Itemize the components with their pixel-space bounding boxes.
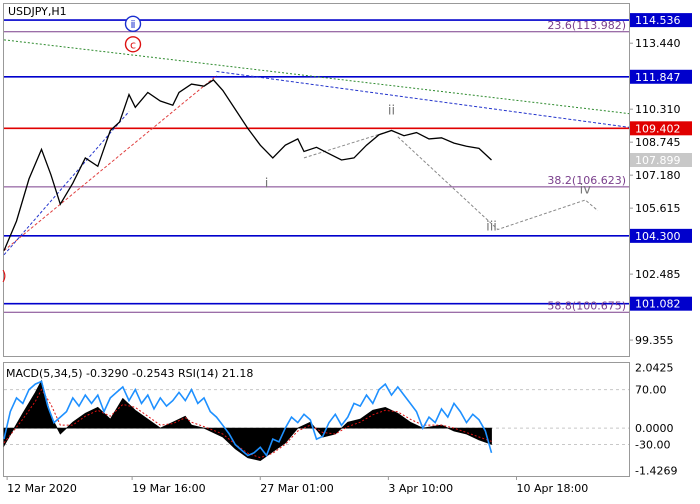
level-label-3: 104.300	[635, 230, 681, 243]
macd-tick-label-0: 2.0425	[635, 362, 674, 375]
y-tick-label-6: 99.355	[635, 334, 674, 347]
macd-tick-label-2: -1.4269	[635, 464, 677, 477]
x-tick-label-3: 3 Apr 10:00	[388, 482, 453, 495]
y-tick-label-1: 110.310	[635, 103, 681, 116]
wave-label-0: ⅱ	[130, 18, 135, 31]
y-tick-label-4: 105.615	[635, 202, 681, 215]
wave-label-3: i	[265, 176, 269, 191]
indicator-axis: 2.0425 0.0000 -1.4269 70.00 -30.00	[635, 362, 677, 478]
fib-label-0: 23.6(113.982)	[547, 19, 626, 32]
level-price-labels: 114.536 111.847 109.402 104.300 101.082 107.8…	[630, 13, 692, 311]
x-tick-label-2: 27 Mar 01:00	[260, 482, 333, 495]
x-tick-label-0: 12 Mar 2020	[7, 482, 77, 495]
wave-label-6: iv	[580, 183, 592, 198]
y-tick-label-5: 102.485	[635, 268, 681, 281]
rsi-tick-label-1: -30.00	[635, 439, 670, 452]
indicator-label: MACD(5,34,5) -0.3290 -0.2543 RSI(14) 21.…	[6, 367, 253, 380]
level-label-2: 109.402	[635, 122, 681, 135]
y-tick-label-2: 108.745	[635, 136, 681, 149]
wave-label-2: )	[1, 269, 6, 284]
y-tick-label-0: 113.440	[635, 37, 681, 50]
level-label-4: 101.082	[635, 298, 681, 311]
wave-label-5: iii	[486, 220, 497, 235]
wave-label-1: c	[130, 38, 136, 51]
wave-label-4: ii	[388, 104, 395, 119]
level-label-1: 111.847	[635, 71, 681, 84]
usdjpy-chart: 23.6(113.982) 38.2(106.623) 58.8(100.675) …	[0, 0, 700, 500]
x-tick-label-1: 19 Mar 16:00	[132, 482, 205, 495]
rsi-tick-label-0: 70.00	[635, 384, 667, 397]
level-label-0: 114.536	[635, 14, 681, 27]
symbol-label: USDJPY,H1	[8, 5, 67, 18]
current-price-label: 107.899	[635, 154, 681, 167]
x-tick-label-4: 10 Apr 18:00	[517, 482, 589, 495]
y-tick-label-3: 107.180	[635, 169, 681, 182]
chart-canvas: 23.6(113.982)38.2(106.623)58.8(100.675) …	[1, 3, 692, 495]
macd-tick-label-1: 0.0000	[635, 422, 674, 435]
time-axis: 12 Mar 2020 19 Mar 16:00 27 Mar 01:00 3 Apr…	[6, 476, 589, 495]
fib-label-2: 58.8(100.675)	[547, 299, 626, 312]
